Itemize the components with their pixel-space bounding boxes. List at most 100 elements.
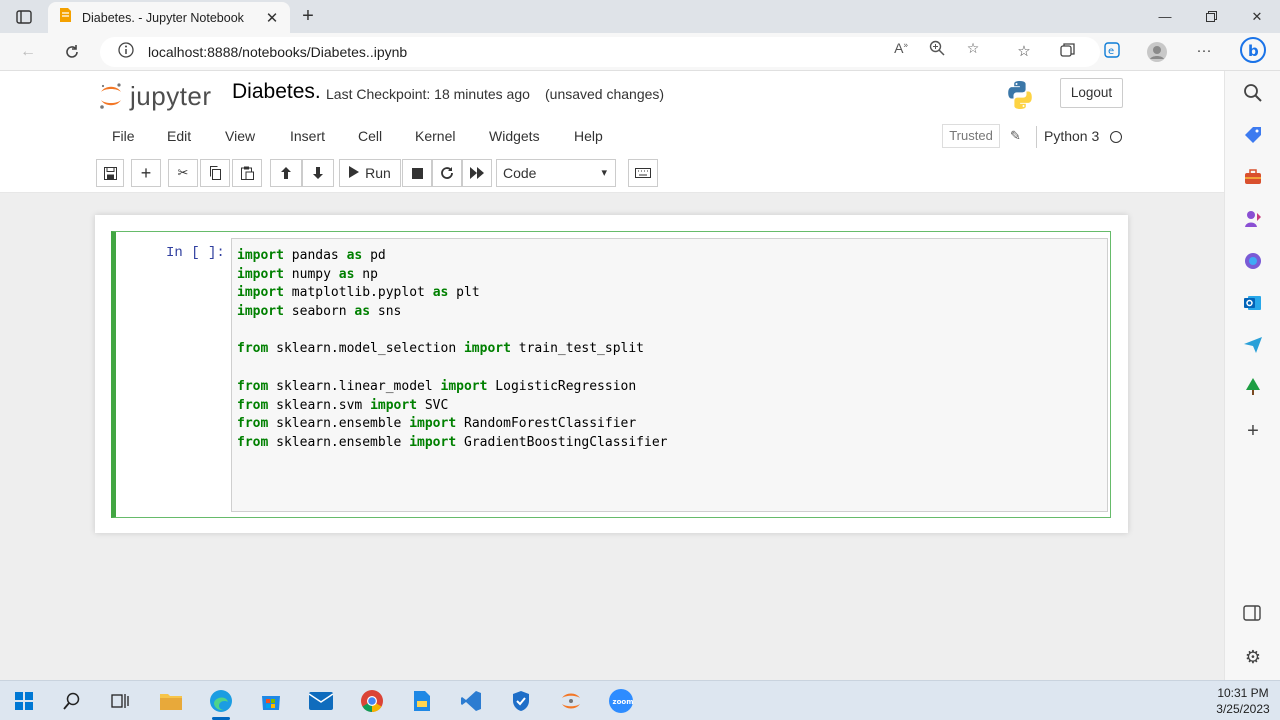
save-icon[interactable] (96, 159, 124, 187)
jupyter-page: jupyter Diabetes. Last Checkpoint: 18 mi… (0, 71, 1224, 680)
trusted-indicator[interactable]: Trusted (942, 124, 1000, 148)
profile-avatar[interactable] (1146, 42, 1168, 62)
play-icon (349, 165, 360, 181)
code-token: sklearn.svm (268, 397, 371, 413)
read-aloud-icon[interactable]: A» (892, 40, 910, 56)
send-icon[interactable] (1243, 335, 1263, 355)
move-up-icon[interactable] (270, 159, 302, 187)
edit-pencil-icon[interactable]: ✎ (1010, 128, 1021, 144)
close-tab-icon[interactable]: ✕ (264, 9, 280, 27)
outlook-icon[interactable] (1243, 293, 1263, 313)
search-icon[interactable] (1243, 83, 1263, 103)
close-window-icon[interactable]: ✕ (1234, 0, 1280, 33)
mail-icon[interactable] (307, 687, 335, 715)
code-line: from sklearn.linear_model import Logisti… (237, 378, 668, 397)
restore-icon[interactable] (1188, 0, 1234, 33)
browser-tab[interactable]: Diabetes. - Jupyter Notebook ✕ (48, 2, 290, 33)
jupyter-tab-icon (58, 7, 72, 28)
sidebar-toggle-icon[interactable] (1243, 605, 1263, 625)
jupyter-taskbar-icon[interactable] (557, 687, 585, 715)
tab-title: Diabetes. - Jupyter Notebook (82, 10, 244, 25)
task-view-icon[interactable] (106, 687, 134, 715)
keyboard-icon[interactable] (628, 159, 658, 187)
settings-gear-icon[interactable]: ⚙ (1243, 647, 1263, 667)
refresh-icon[interactable] (60, 40, 84, 64)
microsoft-store-icon[interactable] (257, 687, 285, 715)
code-keyword: as (432, 285, 449, 301)
menu-view[interactable]: View (225, 128, 255, 144)
jupyter-header: jupyter Diabetes. Last Checkpoint: 18 mi… (0, 71, 1224, 121)
zoom-icon[interactable] (928, 40, 946, 56)
chrome-icon[interactable] (358, 687, 386, 715)
back-icon[interactable]: ← (16, 40, 40, 64)
kernel-name[interactable]: Python 3 (1044, 128, 1099, 144)
code-keyword: import (237, 304, 284, 320)
more-options-icon[interactable]: ··· (1193, 42, 1215, 62)
security-shield-icon[interactable] (507, 687, 535, 715)
code-keyword: import (237, 248, 284, 263)
code-token: plt (448, 285, 480, 301)
code-token: sklearn.ensemble (268, 416, 410, 432)
games-icon[interactable] (1243, 209, 1263, 229)
input-prompt: In [ ]: (166, 245, 225, 261)
tree-icon[interactable] (1243, 377, 1263, 397)
edge-browser-icon[interactable] (207, 687, 235, 715)
minimize-icon[interactable]: — (1142, 0, 1188, 33)
menu-widgets[interactable]: Widgets (489, 128, 540, 144)
divider (1036, 126, 1037, 148)
edge-extension-icon[interactable]: e (1101, 42, 1123, 62)
menu-kernel[interactable]: Kernel (415, 128, 455, 144)
code-keyword: import (370, 397, 418, 413)
tab-actions-icon[interactable] (10, 6, 38, 28)
copy-icon[interactable] (200, 159, 230, 187)
code-token: pd (362, 248, 386, 263)
move-down-icon[interactable] (302, 159, 334, 187)
jupyter-logo[interactable]: jupyter (98, 79, 212, 113)
search-taskbar-icon[interactable] (58, 687, 86, 715)
info-icon[interactable] (118, 41, 134, 63)
restart-icon[interactable] (432, 159, 462, 187)
notebook-name[interactable]: Diabetes. (232, 80, 321, 104)
code-token: pandas (283, 248, 347, 263)
menu-insert[interactable]: Insert (290, 128, 325, 144)
jupyter-logo-text: jupyter (130, 80, 212, 111)
windows-start-icon[interactable] (10, 687, 38, 715)
code-keyword: import (237, 285, 284, 301)
cell-type-select[interactable]: Code ▾ (496, 159, 616, 187)
system-clock[interactable]: 10:31 PM 3/25/2023 (1210, 685, 1276, 717)
new-tab-button[interactable]: + (296, 5, 320, 29)
python-logo-icon (1004, 79, 1036, 111)
code-editor[interactable]: import pandas as pd import numpy as np imp… (231, 238, 1108, 512)
add-icon[interactable]: + (1243, 421, 1263, 441)
menu-cell[interactable]: Cell (358, 128, 382, 144)
zoom-app-icon[interactable]: zoom (607, 687, 635, 715)
collections-icon[interactable] (1057, 42, 1079, 62)
menu-edit[interactable]: Edit (167, 128, 191, 144)
run-button[interactable]: Run (339, 159, 401, 187)
browser-tab-strip: Diabetes. - Jupyter Notebook ✕ + — ✕ (0, 0, 1280, 33)
notebook-container: In [ ]: import pandas as pd import numpy … (95, 215, 1128, 533)
svg-text:e: e (1108, 46, 1114, 57)
logout-button[interactable]: Logout (1060, 78, 1123, 108)
tools-icon[interactable] (1243, 167, 1263, 187)
file-explorer-icon[interactable] (157, 687, 185, 715)
menu-file[interactable]: File (112, 128, 135, 144)
shopping-tag-icon[interactable] (1243, 125, 1263, 145)
menu-help[interactable]: Help (574, 128, 603, 144)
office-icon[interactable] (1243, 251, 1263, 271)
bing-copilot-icon[interactable]: b (1239, 37, 1267, 65)
cut-icon[interactable]: ✂ (168, 159, 198, 187)
favorites-icon[interactable]: ☆ (1013, 42, 1035, 62)
address-bar[interactable]: localhost:8888/notebooks/Diabetes..ipynb (100, 37, 1100, 67)
visual-studio-icon[interactable] (457, 687, 485, 715)
file-manager-icon[interactable] (408, 687, 436, 715)
code-keyword: from (237, 416, 269, 432)
fast-forward-icon[interactable] (462, 159, 492, 187)
insert-cell-icon[interactable]: + (131, 159, 161, 187)
paste-icon[interactable] (232, 159, 262, 187)
add-favorite-icon[interactable]: ☆ (964, 40, 982, 56)
code-cell[interactable]: In [ ]: import pandas as pd import numpy … (111, 231, 1111, 518)
clock-time: 10:31 PM (1217, 686, 1269, 700)
stop-icon[interactable] (402, 159, 432, 187)
